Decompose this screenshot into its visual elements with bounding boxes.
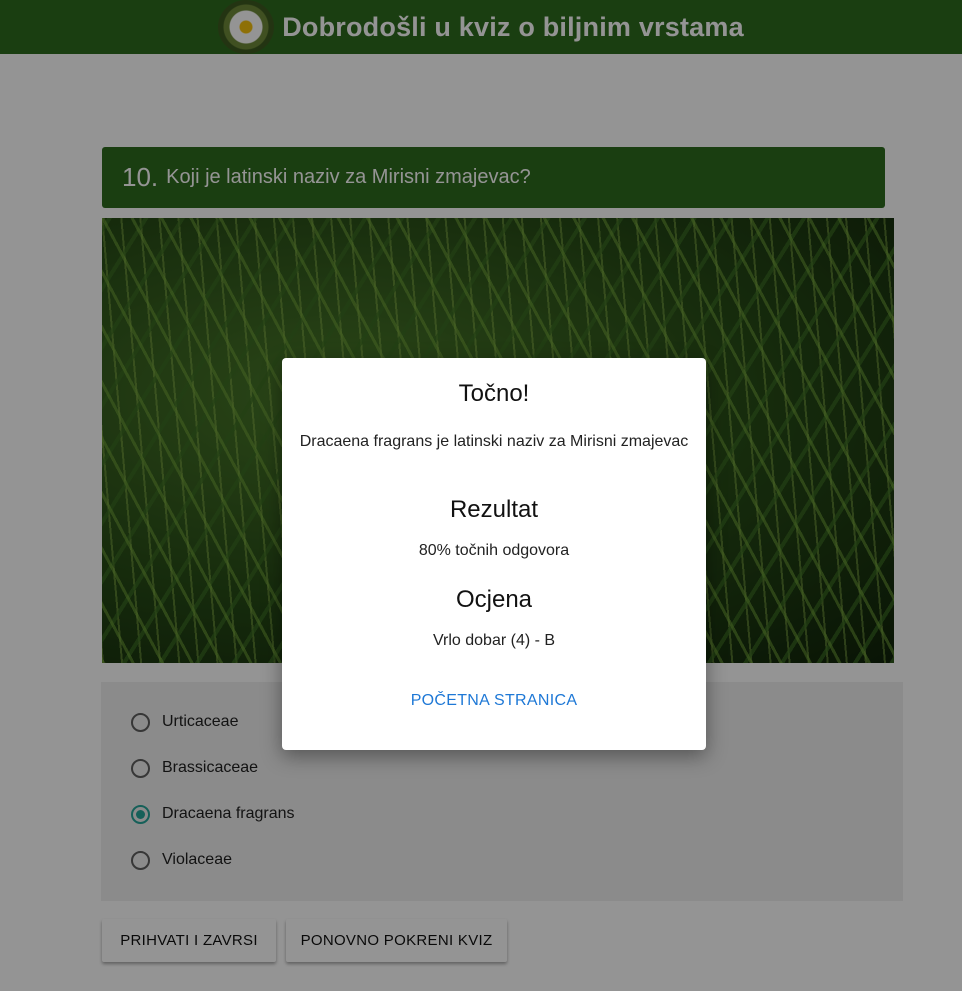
home-page-link[interactable]: POČETNA STRANICA xyxy=(282,692,706,710)
result-value: 80% točnih odgovora xyxy=(418,542,570,559)
modal-message: Dracaena fragrans je latinski naziv za M… xyxy=(299,433,689,450)
grade-heading: Ocjena xyxy=(455,586,533,613)
grade-value: Vrlo dobar (4) - B xyxy=(432,632,556,649)
modal-title: Točno! xyxy=(458,380,530,407)
quiz-page: Dobrodošli u kviz o biljnim vrstama 10. … xyxy=(0,0,962,991)
result-heading: Rezultat xyxy=(449,496,539,523)
result-modal: Točno! Dracaena fragrans je latinski naz… xyxy=(282,358,706,750)
